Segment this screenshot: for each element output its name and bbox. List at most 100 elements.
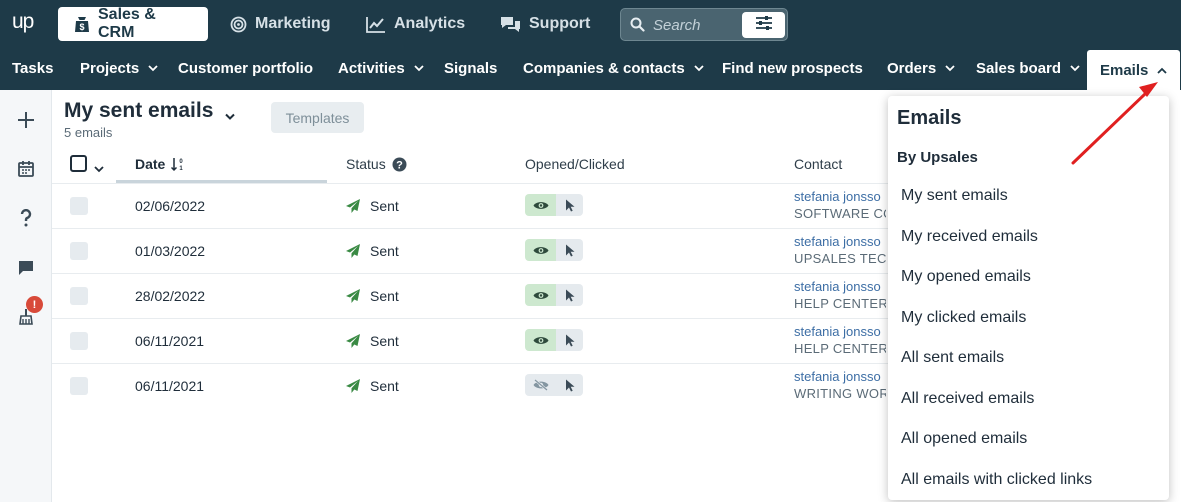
filter-button[interactable] (742, 12, 785, 38)
column-header-opened-clicked[interactable]: Opened/Clicked (525, 156, 625, 172)
row-divider (52, 273, 888, 274)
app-tab-sales-crm[interactable]: $ Sales & CRM (58, 6, 208, 41)
menu-item-all-received-emails[interactable]: All received emails (901, 390, 1034, 408)
chat-button[interactable] (12, 254, 40, 282)
top-bar: up $ Sales & CRM Marketing Analytics Sup… (0, 0, 1181, 46)
status-label: Sent (370, 333, 399, 349)
sub-navigation: Tasks Projects Customer portfolio Activi… (0, 46, 1181, 90)
nav-label: Emails (1100, 61, 1149, 79)
menu-item-all-opened-emails[interactable]: All opened emails (901, 430, 1027, 448)
email-date: 06/11/2021 (135, 378, 205, 394)
company-name-link[interactable]: SOFTWARE CO (794, 206, 886, 221)
row-checkbox[interactable] (70, 332, 88, 350)
contact-name-link[interactable]: stefania jonsso (794, 369, 886, 384)
help-circle-icon[interactable]: ? (392, 157, 407, 172)
menu-item-my-received-emails[interactable]: My received emails (901, 228, 1038, 246)
nav-orders[interactable]: Orders (887, 46, 955, 90)
app-tab-support[interactable]: Support (484, 7, 606, 41)
opened-indicator[interactable] (525, 194, 556, 216)
contact-name-link[interactable]: stefania jonsso (794, 234, 886, 249)
status-label: Sent (370, 243, 399, 259)
nav-label: Signals (444, 59, 498, 77)
column-header-status[interactable]: Status ? (346, 156, 407, 172)
help-button[interactable] (12, 204, 40, 232)
row-divider (52, 228, 888, 229)
contact-name-link[interactable]: stefania jonsso (794, 279, 886, 294)
nav-projects[interactable]: Projects (80, 46, 158, 90)
plus-icon (18, 112, 34, 128)
clicked-indicator[interactable] (556, 284, 583, 306)
nav-signals[interactable]: Signals (444, 46, 497, 90)
clicked-indicator[interactable] (556, 329, 583, 351)
menu-item-my-clicked-emails[interactable]: My clicked emails (901, 309, 1026, 327)
chevron-down-icon[interactable] (94, 160, 104, 178)
menu-item-all-emails-clicked-links[interactable]: All emails with clicked links (901, 471, 1092, 489)
company-name-link[interactable]: UPSALES TECH (794, 251, 886, 266)
templates-button[interactable]: Templates (271, 102, 364, 133)
not-opened-indicator[interactable] (525, 374, 556, 396)
company-name-link[interactable]: WRITING WOR (794, 386, 886, 401)
row-divider (52, 183, 888, 184)
paper-plane-icon (346, 244, 360, 258)
menu-item-my-sent-emails[interactable]: My sent emails (901, 187, 1008, 205)
column-header-contact[interactable]: Contact (794, 156, 842, 172)
opened-indicator[interactable] (525, 284, 556, 306)
nav-customer-portfolio[interactable]: Customer portfolio (178, 46, 313, 90)
nav-companies-contacts[interactable]: Companies & contacts (523, 46, 704, 90)
paper-plane-icon (346, 379, 360, 393)
dropdown-title: Emails (897, 107, 962, 129)
emails-dropdown-menu: Emails By Upsales My sent emails My rece… (888, 96, 1169, 500)
eye-icon (533, 201, 548, 209)
company-name-link[interactable]: HELP CENTER (794, 341, 886, 356)
question-icon (20, 209, 32, 227)
search-input[interactable] (653, 15, 753, 35)
clicked-indicator[interactable] (556, 194, 583, 216)
app-tab-label: Analytics (394, 15, 466, 32)
row-checkbox[interactable] (70, 287, 88, 305)
app-tab-marketing[interactable]: Marketing (214, 7, 347, 41)
opened-indicator[interactable] (525, 329, 556, 351)
app-tab-analytics[interactable]: Analytics (350, 7, 481, 41)
nav-find-new-prospects[interactable]: Find new prospects (722, 46, 863, 90)
company-name-link[interactable]: HELP CENTER (794, 296, 886, 311)
notification-badge: ! (26, 296, 43, 313)
nav-tasks[interactable]: Tasks (12, 46, 53, 90)
search-icon (630, 17, 645, 37)
nav-sales-board[interactable]: Sales board (976, 46, 1080, 90)
menu-item-all-sent-emails[interactable]: All sent emails (901, 349, 1004, 367)
email-status: Sent (346, 333, 399, 349)
calendar-icon (18, 160, 34, 177)
nav-activities[interactable]: Activities (338, 46, 424, 90)
open-click-tracker (525, 374, 583, 396)
nav-label: Companies & contacts (523, 59, 685, 77)
eye-icon (533, 291, 548, 299)
upsales-logo[interactable]: up (12, 10, 34, 34)
menu-item-my-opened-emails[interactable]: My opened emails (901, 268, 1031, 286)
page-title[interactable]: My sent emails (64, 99, 213, 123)
clicked-indicator[interactable] (556, 239, 583, 261)
row-checkbox[interactable] (70, 197, 88, 215)
chevron-down-icon (414, 64, 424, 71)
create-button[interactable] (12, 106, 40, 134)
calendar-button[interactable] (12, 154, 40, 182)
contact-name-link[interactable]: stefania jonsso (794, 189, 886, 204)
chevron-down-icon[interactable] (224, 108, 236, 126)
opened-indicator[interactable] (525, 239, 556, 261)
search-box (620, 8, 788, 41)
nav-label: Orders (887, 59, 937, 77)
status-label: Sent (370, 288, 399, 304)
column-header-date[interactable]: Date 01 (135, 156, 185, 172)
nav-emails[interactable]: Emails (1087, 50, 1181, 90)
open-click-tracker (525, 329, 583, 351)
row-checkbox[interactable] (70, 242, 88, 260)
cursor-icon (565, 244, 574, 256)
column-label: Contact (794, 156, 843, 172)
select-all-checkbox[interactable] (70, 155, 87, 172)
contact-name-link[interactable]: stefania jonsso (794, 324, 886, 339)
row-checkbox[interactable] (70, 377, 88, 395)
chevron-down-icon (694, 64, 704, 71)
clicked-indicator[interactable] (556, 374, 583, 396)
svg-text:0: 0 (180, 159, 184, 165)
paper-plane-icon (346, 289, 360, 303)
column-label: Opened/Clicked (525, 156, 625, 172)
